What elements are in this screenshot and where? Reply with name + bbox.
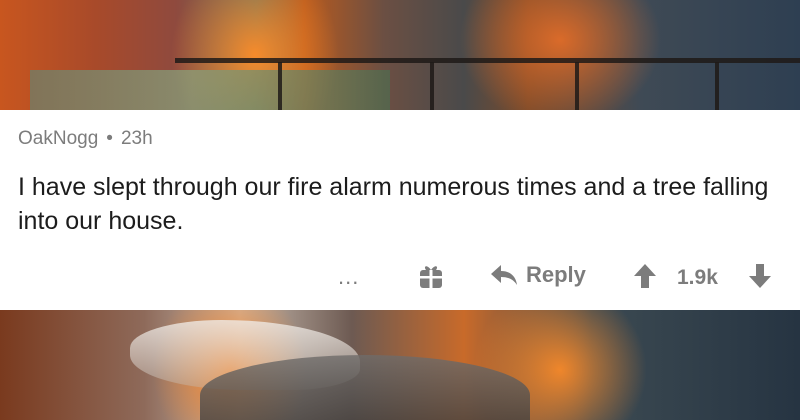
downvote-arrow-icon <box>749 264 771 288</box>
bed-frame-post <box>278 62 282 110</box>
timestamp[interactable]: 23h <box>121 128 153 150</box>
comment-body: I have slept through our fire alarm nume… <box>18 173 769 235</box>
bed-frame-post <box>715 62 719 110</box>
window-view <box>30 70 390 110</box>
more-options-icon: ... <box>338 264 360 289</box>
reply-arrow-icon <box>491 265 517 285</box>
award-button[interactable] <box>417 262 445 290</box>
meta-separator: • <box>106 128 113 149</box>
gift-icon <box>420 266 442 288</box>
upvote-arrow-icon <box>634 264 656 288</box>
comment-meta: OakNogg • 23h <box>18 128 153 150</box>
reply-label: Reply <box>526 262 586 287</box>
bed-frame-rail <box>175 58 800 63</box>
more-options-button[interactable]: ... <box>338 264 359 290</box>
vote-score: 1.9k <box>677 266 718 289</box>
bed-frame-post <box>430 62 434 110</box>
downvote-button[interactable] <box>748 263 772 289</box>
background-photo-top <box>0 0 800 110</box>
comment-actions: ... Reply 1.9k <box>0 258 800 298</box>
upvote-button[interactable] <box>633 263 657 289</box>
reply-button[interactable]: Reply <box>490 262 586 288</box>
background-photo-bottom <box>0 310 800 420</box>
username[interactable]: OakNogg <box>18 128 98 150</box>
bed-frame-post <box>575 62 579 110</box>
comment-card: OakNogg • 23h I have slept through our f… <box>0 110 800 310</box>
